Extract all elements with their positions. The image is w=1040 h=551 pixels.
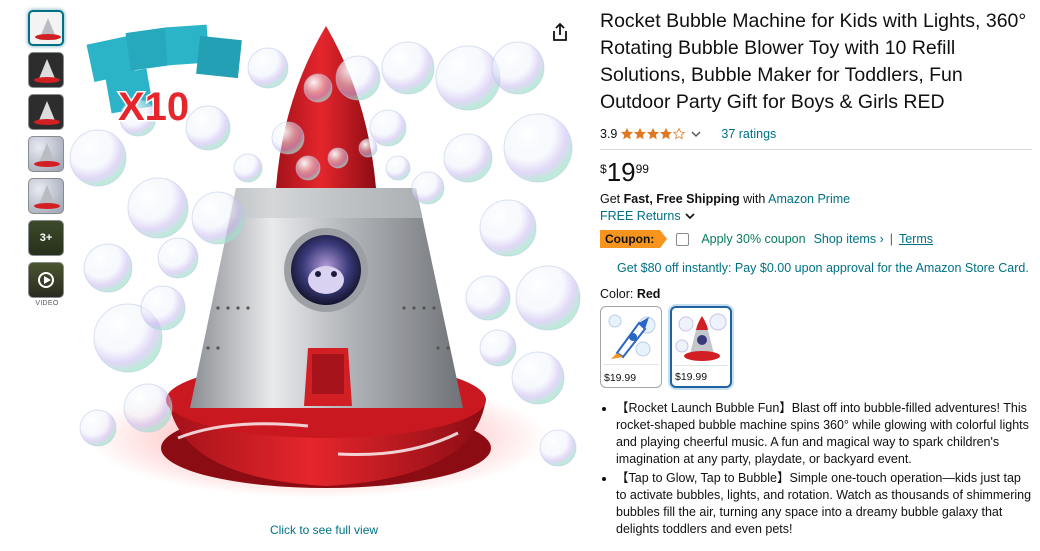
star-icon (634, 128, 647, 140)
shipping-mid: with (739, 192, 769, 206)
returns-label: FREE Returns (600, 209, 681, 223)
star-empty-icon (673, 128, 686, 140)
star-icon (621, 128, 634, 140)
ratings-count-link[interactable]: 37 ratings (721, 127, 776, 141)
click-full-view-link[interactable]: Click to see full view (270, 523, 378, 537)
rating-row: 3.9 37 ratings (600, 125, 1032, 143)
thumbnail-4[interactable] (28, 136, 64, 172)
product-title: Rocket Bubble Machine for Kids with Ligh… (600, 10, 1027, 113)
rocket-bubble-machine-image: X10 (69, 24, 581, 498)
video-label: VIDEO (35, 300, 59, 307)
price-whole: 19 (606, 157, 636, 187)
divider (600, 149, 1032, 150)
thumbnail-list: 3+ VIDEO (28, 10, 66, 307)
swatch-price: $19.99 (604, 372, 637, 384)
apply-coupon-label[interactable]: Apply 30% coupon (701, 232, 805, 246)
amazon-prime-link[interactable]: Amazon Prime (768, 192, 850, 206)
thumbnail-more[interactable]: 3+ (28, 220, 64, 256)
thumbnail-video[interactable] (28, 262, 64, 298)
color-label-prefix: Color: (600, 287, 637, 301)
share-icon[interactable] (550, 22, 570, 42)
feature-bullets: 【Rocket Launch Bubble Fun】Blast off into… (600, 400, 1032, 538)
thumbnail-5[interactable] (28, 178, 64, 214)
star-icon (647, 128, 660, 140)
swatch-price: $19.99 (675, 371, 708, 383)
color-value: Red (636, 287, 661, 301)
free-returns-link[interactable]: FREE Returns (600, 209, 1032, 223)
swatch-image (603, 309, 659, 365)
rating-value: 3.9 (600, 127, 618, 141)
shop-items-link[interactable]: Shop items › (814, 232, 884, 246)
store-card-offer-link[interactable]: Get $80 off instantly: Pay $0.00 upon ap… (617, 261, 1032, 275)
product-details: Rocket Bubble Machine for Kids with Ligh… (600, 8, 1032, 540)
chevron-down-icon (685, 213, 695, 220)
star-icon (660, 128, 673, 140)
more-count: 3+ (39, 232, 53, 244)
feature-bullet: 【Rocket Launch Bubble Fun】Blast off into… (616, 400, 1032, 468)
swatch-image (674, 310, 728, 366)
play-icon (38, 272, 54, 288)
coupon-badge: Coupon: (600, 230, 668, 248)
rating-stars[interactable] (621, 128, 686, 140)
shipping-info: Get Fast, Free Shipping with Amazon Prim… (600, 192, 1032, 206)
thumbnail-2[interactable] (28, 52, 64, 88)
shipping-bold: Fast, Free Shipping (623, 192, 740, 206)
coupon-checkbox[interactable] (676, 232, 690, 246)
price: $ 19 99 (600, 158, 1032, 188)
color-label: Color: Red (600, 287, 1032, 301)
price-fraction: 99 (635, 162, 649, 176)
coupon-row: Coupon: Apply 30% coupon Shop items › | … (600, 229, 1032, 249)
shipping-prefix: Get (600, 192, 624, 206)
thumbnail-3[interactable] (28, 94, 64, 130)
chevron-down-icon[interactable] (691, 129, 701, 139)
feature-bullet: 【Tap to Glow, Tap to Bubble】Simple one-t… (616, 470, 1032, 538)
price-symbol: $ (600, 162, 607, 176)
separator: | (889, 232, 893, 246)
terms-link[interactable]: Terms (899, 232, 933, 246)
main-product-image[interactable]: X10 (68, 8, 582, 516)
swatch-red[interactable]: $19.99 (670, 306, 732, 388)
swatch-blue[interactable]: $19.99 (600, 306, 662, 388)
thumbnail-1[interactable] (28, 10, 64, 46)
color-swatches: $19.99 $19.99 (600, 306, 1032, 388)
refill-count-overlay: X10 (118, 85, 189, 129)
